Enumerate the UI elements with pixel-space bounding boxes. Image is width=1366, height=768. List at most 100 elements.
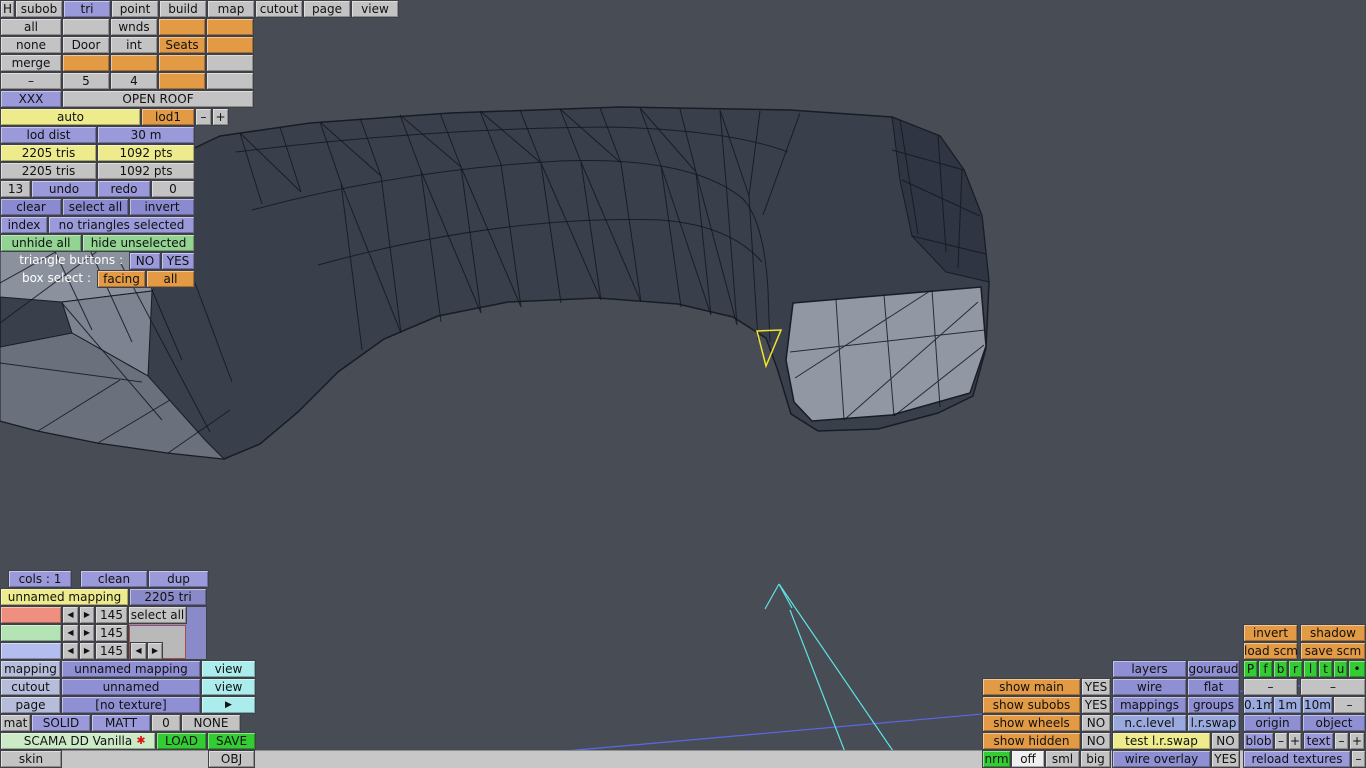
swatch-prev[interactable]: ◀ [62,606,79,624]
group-cell[interactable] [158,72,206,90]
show-main-value[interactable]: YES [1081,678,1111,696]
swatch-prev[interactable]: ◀ [62,624,79,642]
group-cell[interactable] [158,18,206,36]
nrm-big[interactable]: big [1080,750,1111,768]
lod-plus[interactable]: + [212,108,229,126]
save-scm[interactable]: save scm [1300,642,1366,660]
swatch-next[interactable]: ▶ [79,606,95,624]
blob[interactable]: blob [1243,732,1274,750]
solid[interactable]: SOLID [31,714,91,732]
tab-point[interactable]: point [111,0,159,18]
n-c-level[interactable]: n.c.level [1112,714,1187,732]
hide-unselected[interactable]: hide unselected [82,234,195,252]
group-cell[interactable] [62,18,110,36]
blob-plus[interactable]: + [1288,732,1302,750]
invert-shadow[interactable]: invert [1243,624,1298,642]
lod1[interactable]: lod1 [141,108,195,126]
nrm[interactable]: nrm [982,750,1011,768]
int[interactable]: int [110,36,158,54]
lod-dist[interactable]: lod dist [0,126,97,144]
all[interactable]: all [0,18,62,36]
groups[interactable]: groups [1187,696,1240,714]
dash-button[interactable]: – [1300,678,1366,696]
view-r[interactable]: r [1288,660,1303,678]
layers[interactable]: layers [1112,660,1187,678]
invert[interactable]: invert [129,198,195,216]
channel-value[interactable]: 145 [95,624,128,642]
swatch-next[interactable]: ▶ [79,624,95,642]
blob-minus[interactable]: – [1274,732,1288,750]
xxx-button[interactable]: XXX [0,90,62,108]
tab-page[interactable]: page [303,0,351,18]
group-cell[interactable] [110,54,158,72]
swatch-next[interactable]: ▶ [79,642,95,660]
h[interactable]: H [0,0,15,18]
view-f[interactable]: f [1258,660,1273,678]
clean[interactable]: clean [80,570,148,588]
lod-minus[interactable]: – [195,108,212,126]
wire-overlay-value[interactable]: YES [1211,750,1240,768]
load[interactable]: LOAD [156,732,207,750]
test-l-r-swap[interactable]: test l.r.swap [1112,732,1211,750]
text-minus[interactable]: – [1334,732,1349,750]
view-u[interactable]: u [1333,660,1348,678]
dash-button[interactable]: – [1351,750,1366,768]
tab-view[interactable]: view [351,0,399,18]
cutout-select[interactable]: unnamed [61,678,201,696]
origin[interactable]: origin [1243,714,1302,732]
select-all-mapping[interactable]: select all [128,606,187,624]
show-subobs[interactable]: show subobs [982,696,1081,714]
minus-button[interactable]: – [0,72,62,90]
redo[interactable]: redo [97,180,151,198]
unhide-all[interactable]: unhide all [0,234,82,252]
color-swatch-green[interactable] [0,624,62,642]
object[interactable]: object [1302,714,1366,732]
matt[interactable]: MATT [91,714,151,732]
1m[interactable]: 1m [1273,696,1302,714]
dash-button[interactable]: – [1243,678,1298,696]
flat[interactable]: flat [1187,678,1240,696]
sel-prev[interactable]: ◀ [130,642,147,660]
group-cell[interactable] [206,72,254,90]
load-scm[interactable]: load scm [1243,642,1298,660]
wire-overlay[interactable]: wire overlay [1112,750,1211,768]
4[interactable]: 4 [110,72,158,90]
cols-button[interactable]: cols : 1 [8,570,72,588]
mapping-select[interactable]: unnamed mapping [61,660,201,678]
5[interactable]: 5 [62,72,110,90]
group-cell[interactable] [206,36,254,54]
merge[interactable]: merge [0,54,62,72]
mapping-name[interactable]: unnamed mapping [0,588,129,606]
tab-cutout[interactable]: cutout [255,0,303,18]
facing[interactable]: facing [97,270,146,288]
0-1m[interactable]: 0.1m [1243,696,1273,714]
tab-tri-active[interactable]: tri [63,0,111,18]
color-swatch-blue[interactable] [0,642,62,660]
clear[interactable]: clear [0,198,62,216]
page-texture[interactable]: [no texture] [61,696,201,714]
tab-subob[interactable]: subob [15,0,63,18]
reload-textures[interactable]: reload textures [1243,750,1351,768]
none[interactable]: NONE [181,714,241,732]
tab-map[interactable]: map [207,0,255,18]
triangle-buttons-no[interactable]: NO [129,252,161,270]
lod-dist-value[interactable]: 30 m [97,126,195,144]
auto[interactable]: auto [0,108,141,126]
group-cell[interactable] [62,54,110,72]
nrm-sml[interactable]: sml [1045,750,1080,768]
mat-index[interactable]: 0 [151,714,181,732]
channel-value[interactable]: 145 [95,606,128,624]
open-roof-button[interactable]: OPEN ROOF [62,90,254,108]
door[interactable]: Door [62,36,110,54]
gouraud[interactable]: gouraud [1187,660,1240,678]
mapping-view[interactable]: view [201,660,256,678]
view-b[interactable]: b [1273,660,1288,678]
obj-button[interactable]: OBJ [208,750,255,768]
wire[interactable]: wire [1112,678,1187,696]
text[interactable]: text [1303,732,1334,750]
dup[interactable]: dup [148,570,209,588]
view-p[interactable]: P [1243,660,1258,678]
text-plus[interactable]: + [1349,732,1365,750]
nrm-off[interactable]: off [1011,750,1045,768]
tab-build[interactable]: build [159,0,207,18]
